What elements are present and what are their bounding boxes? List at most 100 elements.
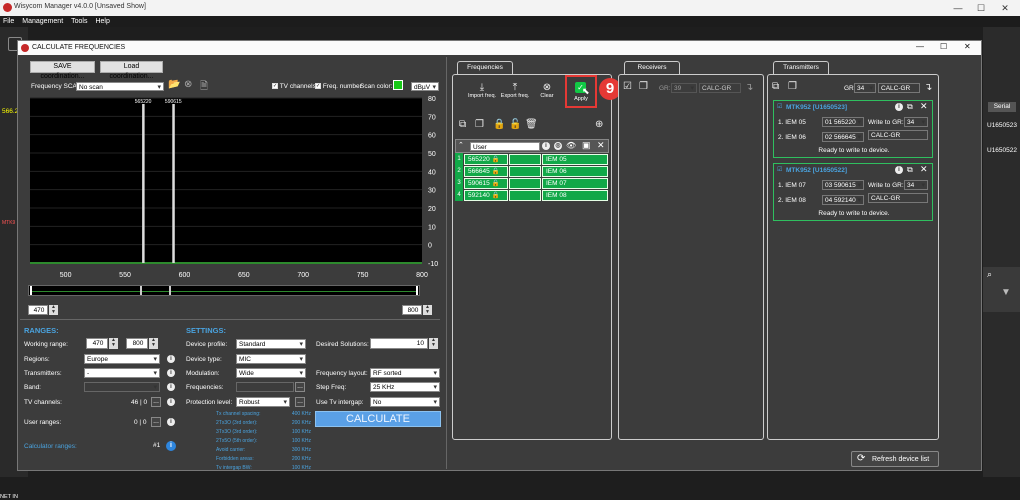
tv-channels-checkbox[interactable]: ✓ TV channels	[272, 83, 316, 90]
step-freq-select[interactable]: 25 KHz	[370, 382, 440, 392]
tab-frequencies[interactable]: Frequencies	[457, 61, 513, 74]
device-calc-input[interactable]: CALC-GR	[868, 193, 928, 203]
row-name[interactable]: IEM 08	[542, 190, 608, 201]
protection-select[interactable]: Robust	[236, 397, 290, 407]
dialog-close-button[interactable]: ✕	[964, 42, 971, 51]
tx-calc-input[interactable]: CALC-GR	[878, 83, 920, 93]
tab-receivers[interactable]: Receivers	[624, 61, 680, 74]
tv-channels-info-icon[interactable]: i	[167, 398, 175, 406]
user-ranges-info-icon[interactable]: i	[167, 418, 175, 426]
device-window-icon[interactable]: ⧉	[907, 102, 913, 112]
row-name[interactable]: IEM 05	[542, 154, 608, 165]
rx-calc-input[interactable]: CALC-GR	[699, 83, 741, 93]
row-name[interactable]: IEM 07	[542, 178, 608, 189]
transmitters-info-icon[interactable]: i	[167, 369, 175, 377]
menu-file[interactable]: File	[3, 16, 14, 27]
device-close-icon[interactable]: ✕	[920, 164, 928, 175]
dialog-minimize-button[interactable]: —	[916, 42, 924, 51]
range-max-input[interactable]: 800	[402, 305, 422, 315]
unlock-icon[interactable]: 🔓	[509, 119, 521, 130]
rx-copy-icon[interactable]: ❐	[639, 81, 648, 92]
device-close-icon[interactable]: ✕	[920, 101, 928, 112]
device-profile-select[interactable]: Standard	[236, 339, 306, 349]
transmitters-select[interactable]: -	[84, 368, 160, 378]
close-button[interactable]: ✕	[994, 1, 1016, 15]
desired-solutions-stepper[interactable]: ▲ ▼	[429, 338, 438, 349]
group-info-icon[interactable]: i	[542, 142, 550, 150]
remove-group-icon[interactable]: ✕	[597, 140, 605, 151]
working-min-input[interactable]: 470	[86, 338, 108, 349]
clear-button[interactable]: ⊗ Clear	[535, 82, 559, 99]
device-gr-select[interactable]: 34	[904, 180, 928, 190]
group-settings-icon[interactable]: ◎	[554, 142, 562, 150]
lock-icon[interactable]: 🔒	[493, 119, 505, 130]
remove-scan-icon[interactable]: ⊗	[184, 79, 192, 90]
dialog-maximize-button[interactable]: ☐	[940, 42, 947, 51]
desired-solutions-input[interactable]: 10	[370, 338, 428, 349]
tv-intergap-select[interactable]: No	[370, 397, 440, 407]
filter-icon[interactable]: ▼	[1001, 287, 1011, 298]
regions-select[interactable]: Europe	[84, 354, 160, 364]
working-min-stepper[interactable]: ▲ ▼	[109, 338, 118, 349]
import-freq-button[interactable]: ⤓ Import freq.	[467, 82, 497, 99]
calculate-button[interactable]: CALCULATE	[315, 411, 441, 427]
modulation-select[interactable]: Wide	[236, 368, 306, 378]
device-gr-select[interactable]: 34	[904, 117, 928, 127]
frequency-row[interactable]: 2 566645 🔒 IEM 06	[455, 165, 609, 177]
rx-check-icon[interactable]: ☑	[623, 81, 632, 92]
collapse-icon[interactable]: ⌃	[458, 141, 464, 149]
device-calc-input[interactable]: CALC-GR	[868, 130, 928, 140]
row-frequency[interactable]: 566645 🔒	[464, 166, 508, 177]
tab-transmitters[interactable]: Transmitters	[773, 61, 829, 74]
minimize-button[interactable]: —	[947, 1, 969, 15]
row-frequency[interactable]: 565220 🔒	[464, 154, 508, 165]
channel-1-select[interactable]: 01 565220	[822, 117, 864, 127]
channel-1-select[interactable]: 03 590615	[822, 180, 864, 190]
row-frequency[interactable]: 590615 🔒	[464, 178, 508, 189]
refresh-device-list-button[interactable]: ⟳ Refresh device list	[851, 451, 939, 467]
search-icon[interactable]: ⌕	[987, 269, 992, 280]
scan-color-swatch[interactable]	[393, 80, 403, 90]
document-icon[interactable]: 🗎	[200, 79, 208, 96]
device-info-icon[interactable]: i	[895, 166, 903, 174]
menu-tools[interactable]: Tools	[71, 16, 87, 27]
tx-write-icon[interactable]: ↴	[924, 82, 932, 93]
range-slider[interactable]	[28, 285, 420, 296]
row-name[interactable]: IEM 06	[542, 166, 608, 177]
protection-more-button[interactable]: ...	[295, 397, 305, 407]
eye-icon[interactable]: 👁	[566, 141, 576, 150]
calculator-ranges-info-icon[interactable]: i	[166, 441, 176, 451]
channel-2-select[interactable]: 04 592140	[822, 195, 864, 205]
tx-duplicate-icon[interactable]: ❐	[788, 81, 797, 92]
maximize-button[interactable]: ☐	[970, 1, 992, 15]
rx-gr-select[interactable]: 39	[671, 83, 697, 93]
copy-icon[interactable]: ⧉	[459, 119, 466, 130]
folder-icon[interactable]: 📂	[168, 79, 180, 90]
device-type-select[interactable]: MIC	[236, 354, 306, 364]
device-checkbox[interactable]: ☑	[777, 166, 782, 173]
group-name-input[interactable]: User	[470, 142, 540, 151]
rx-write-icon[interactable]: ↴	[745, 82, 753, 93]
row-frequency[interactable]: 592140 🔒	[464, 190, 508, 201]
tx-gr-select[interactable]: 34	[854, 83, 876, 93]
add-icon[interactable]: ⊕	[595, 119, 603, 130]
band-select[interactable]	[84, 382, 160, 392]
duplicate-icon[interactable]: ❐	[475, 119, 484, 130]
range-max-stepper[interactable]: ▲ ▼	[423, 305, 432, 315]
frequencies-field[interactable]	[236, 382, 294, 392]
device-info-icon[interactable]: i	[895, 103, 903, 111]
unit-select[interactable]: dBµV	[411, 82, 439, 91]
apply-button[interactable]: ✓ Apply ⬉	[565, 75, 597, 108]
frequency-row[interactable]: 3 590615 🔒 IEM 07	[455, 177, 609, 189]
slider-max-handle[interactable]	[416, 286, 418, 295]
calculator-ranges-link[interactable]: Calculator ranges:	[24, 443, 77, 450]
frequencies-more-button[interactable]: ...	[295, 382, 305, 392]
save-coordination-button[interactable]: SAVE coordination...	[30, 61, 95, 80]
export-freq-button[interactable]: ⤒ Export freq.	[499, 82, 531, 99]
load-coordination-button[interactable]: Load coordination...	[100, 61, 163, 80]
freq-number-checkbox[interactable]: ✓ Freq. number	[315, 83, 362, 90]
frequency-layout-select[interactable]: RF sorted	[370, 368, 440, 378]
working-max-stepper[interactable]: ▲ ▼	[149, 338, 158, 349]
regions-info-icon[interactable]: i	[167, 355, 175, 363]
range-min-input[interactable]: 470	[28, 305, 48, 315]
